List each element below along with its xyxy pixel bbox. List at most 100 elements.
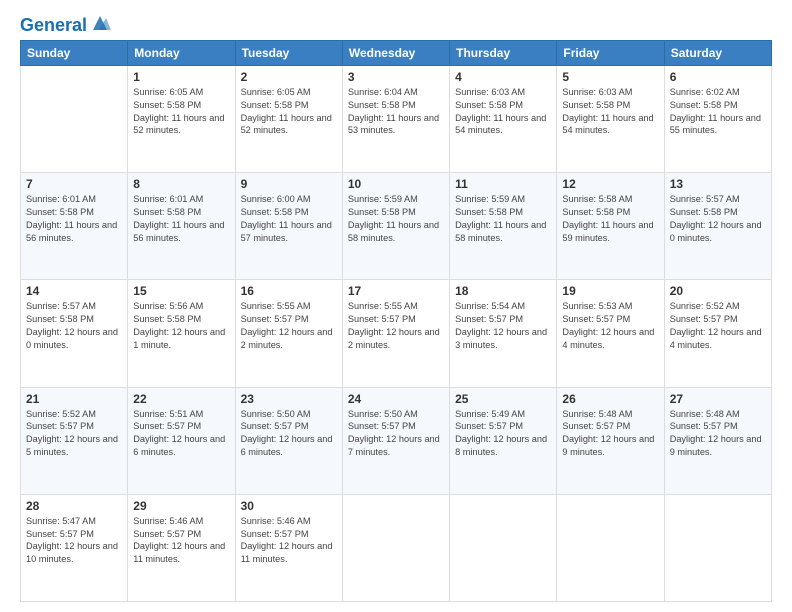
calendar-cell: 12 Sunrise: 5:58 AMSunset: 5:58 PMDayligh… [557, 173, 664, 280]
day-number: 1 [133, 70, 229, 84]
day-number: 30 [241, 499, 337, 513]
day-number: 13 [670, 177, 766, 191]
day-number: 27 [670, 392, 766, 406]
calendar-cell: 15 Sunrise: 5:56 AMSunset: 5:58 PMDayligh… [128, 280, 235, 387]
day-info: Sunrise: 5:55 AMSunset: 5:57 PMDaylight:… [348, 300, 444, 352]
day-number: 22 [133, 392, 229, 406]
day-info: Sunrise: 5:54 AMSunset: 5:57 PMDaylight:… [455, 300, 551, 352]
day-number: 2 [241, 70, 337, 84]
calendar-cell: 14 Sunrise: 5:57 AMSunset: 5:58 PMDayligh… [21, 280, 128, 387]
day-info: Sunrise: 5:50 AMSunset: 5:57 PMDaylight:… [348, 408, 444, 460]
day-info: Sunrise: 5:49 AMSunset: 5:57 PMDaylight:… [455, 408, 551, 460]
calendar-cell [664, 494, 771, 601]
day-of-week-header: Thursday [450, 40, 557, 65]
day-info: Sunrise: 6:05 AMSunset: 5:58 PMDaylight:… [241, 86, 337, 138]
day-info: Sunrise: 5:48 AMSunset: 5:57 PMDaylight:… [562, 408, 658, 460]
calendar-cell [342, 494, 449, 601]
day-info: Sunrise: 6:03 AMSunset: 5:58 PMDaylight:… [562, 86, 658, 138]
calendar-cell [557, 494, 664, 601]
calendar-cell: 26 Sunrise: 5:48 AMSunset: 5:57 PMDayligh… [557, 387, 664, 494]
day-info: Sunrise: 5:57 AMSunset: 5:58 PMDaylight:… [670, 193, 766, 245]
day-info: Sunrise: 5:56 AMSunset: 5:58 PMDaylight:… [133, 300, 229, 352]
day-of-week-header: Sunday [21, 40, 128, 65]
day-info: Sunrise: 5:53 AMSunset: 5:57 PMDaylight:… [562, 300, 658, 352]
calendar-cell: 22 Sunrise: 5:51 AMSunset: 5:57 PMDayligh… [128, 387, 235, 494]
day-number: 20 [670, 284, 766, 298]
calendar-cell: 27 Sunrise: 5:48 AMSunset: 5:57 PMDayligh… [664, 387, 771, 494]
calendar-cell: 16 Sunrise: 5:55 AMSunset: 5:57 PMDayligh… [235, 280, 342, 387]
day-number: 10 [348, 177, 444, 191]
calendar-cell: 13 Sunrise: 5:57 AMSunset: 5:58 PMDayligh… [664, 173, 771, 280]
logo: General [20, 16, 111, 32]
day-of-week-header: Saturday [664, 40, 771, 65]
day-number: 11 [455, 177, 551, 191]
day-number: 21 [26, 392, 122, 406]
day-info: Sunrise: 6:01 AMSunset: 5:58 PMDaylight:… [133, 193, 229, 245]
calendar-cell: 19 Sunrise: 5:53 AMSunset: 5:57 PMDayligh… [557, 280, 664, 387]
calendar-cell: 7 Sunrise: 6:01 AMSunset: 5:58 PMDaylight… [21, 173, 128, 280]
day-number: 6 [670, 70, 766, 84]
page: General SundayMondayTuesdayWednesdayThur… [0, 0, 792, 612]
day-number: 25 [455, 392, 551, 406]
day-number: 14 [26, 284, 122, 298]
day-info: Sunrise: 5:48 AMSunset: 5:57 PMDaylight:… [670, 408, 766, 460]
calendar-cell: 5 Sunrise: 6:03 AMSunset: 5:58 PMDaylight… [557, 65, 664, 172]
day-info: Sunrise: 5:52 AMSunset: 5:57 PMDaylight:… [26, 408, 122, 460]
day-number: 29 [133, 499, 229, 513]
calendar-cell [450, 494, 557, 601]
calendar-cell: 18 Sunrise: 5:54 AMSunset: 5:57 PMDayligh… [450, 280, 557, 387]
calendar-cell: 11 Sunrise: 5:59 AMSunset: 5:58 PMDayligh… [450, 173, 557, 280]
day-info: Sunrise: 5:46 AMSunset: 5:57 PMDaylight:… [133, 515, 229, 567]
day-info: Sunrise: 6:04 AMSunset: 5:58 PMDaylight:… [348, 86, 444, 138]
day-info: Sunrise: 5:52 AMSunset: 5:57 PMDaylight:… [670, 300, 766, 352]
day-info: Sunrise: 5:59 AMSunset: 5:58 PMDaylight:… [348, 193, 444, 245]
day-info: Sunrise: 6:01 AMSunset: 5:58 PMDaylight:… [26, 193, 122, 245]
day-number: 16 [241, 284, 337, 298]
day-number: 26 [562, 392, 658, 406]
day-info: Sunrise: 6:00 AMSunset: 5:58 PMDaylight:… [241, 193, 337, 245]
day-number: 24 [348, 392, 444, 406]
day-info: Sunrise: 5:47 AMSunset: 5:57 PMDaylight:… [26, 515, 122, 567]
day-info: Sunrise: 5:51 AMSunset: 5:57 PMDaylight:… [133, 408, 229, 460]
day-info: Sunrise: 6:03 AMSunset: 5:58 PMDaylight:… [455, 86, 551, 138]
logo-icon [89, 12, 111, 34]
calendar-cell: 23 Sunrise: 5:50 AMSunset: 5:57 PMDayligh… [235, 387, 342, 494]
day-number: 7 [26, 177, 122, 191]
calendar: SundayMondayTuesdayWednesdayThursdayFrid… [20, 40, 772, 602]
day-info: Sunrise: 5:46 AMSunset: 5:57 PMDaylight:… [241, 515, 337, 567]
calendar-cell: 29 Sunrise: 5:46 AMSunset: 5:57 PMDayligh… [128, 494, 235, 601]
day-of-week-header: Tuesday [235, 40, 342, 65]
calendar-cell: 9Sunrise: 6:00 AMSunset: 5:58 PMDaylight… [235, 173, 342, 280]
day-info: Sunrise: 5:55 AMSunset: 5:57 PMDaylight:… [241, 300, 337, 352]
day-number: 12 [562, 177, 658, 191]
day-number: 23 [241, 392, 337, 406]
calendar-cell: 17 Sunrise: 5:55 AMSunset: 5:57 PMDayligh… [342, 280, 449, 387]
day-number: 18 [455, 284, 551, 298]
calendar-cell: 28Sunrise: 5:47 AMSunset: 5:57 PMDayligh… [21, 494, 128, 601]
header: General [20, 16, 772, 32]
calendar-cell: 4 Sunrise: 6:03 AMSunset: 5:58 PMDaylight… [450, 65, 557, 172]
day-of-week-header: Friday [557, 40, 664, 65]
day-number: 5 [562, 70, 658, 84]
day-number: 15 [133, 284, 229, 298]
logo-text: General [20, 16, 87, 36]
day-of-week-header: Wednesday [342, 40, 449, 65]
calendar-cell: 30 Sunrise: 5:46 AMSunset: 5:57 PMDayligh… [235, 494, 342, 601]
day-info: Sunrise: 5:59 AMSunset: 5:58 PMDaylight:… [455, 193, 551, 245]
calendar-cell: 1Sunrise: 6:05 AMSunset: 5:58 PMDaylight… [128, 65, 235, 172]
calendar-cell: 2 Sunrise: 6:05 AMSunset: 5:58 PMDaylight… [235, 65, 342, 172]
calendar-cell: 3 Sunrise: 6:04 AMSunset: 5:58 PMDaylight… [342, 65, 449, 172]
day-info: Sunrise: 6:02 AMSunset: 5:58 PMDaylight:… [670, 86, 766, 138]
day-info: Sunrise: 5:58 AMSunset: 5:58 PMDaylight:… [562, 193, 658, 245]
day-number: 17 [348, 284, 444, 298]
calendar-cell: 8 Sunrise: 6:01 AMSunset: 5:58 PMDaylight… [128, 173, 235, 280]
day-number: 3 [348, 70, 444, 84]
day-info: Sunrise: 5:50 AMSunset: 5:57 PMDaylight:… [241, 408, 337, 460]
calendar-cell: 6 Sunrise: 6:02 AMSunset: 5:58 PMDaylight… [664, 65, 771, 172]
day-info: Sunrise: 5:57 AMSunset: 5:58 PMDaylight:… [26, 300, 122, 352]
calendar-cell: 10 Sunrise: 5:59 AMSunset: 5:58 PMDayligh… [342, 173, 449, 280]
calendar-cell: 21 Sunrise: 5:52 AMSunset: 5:57 PMDayligh… [21, 387, 128, 494]
day-number: 19 [562, 284, 658, 298]
day-number: 4 [455, 70, 551, 84]
day-number: 8 [133, 177, 229, 191]
